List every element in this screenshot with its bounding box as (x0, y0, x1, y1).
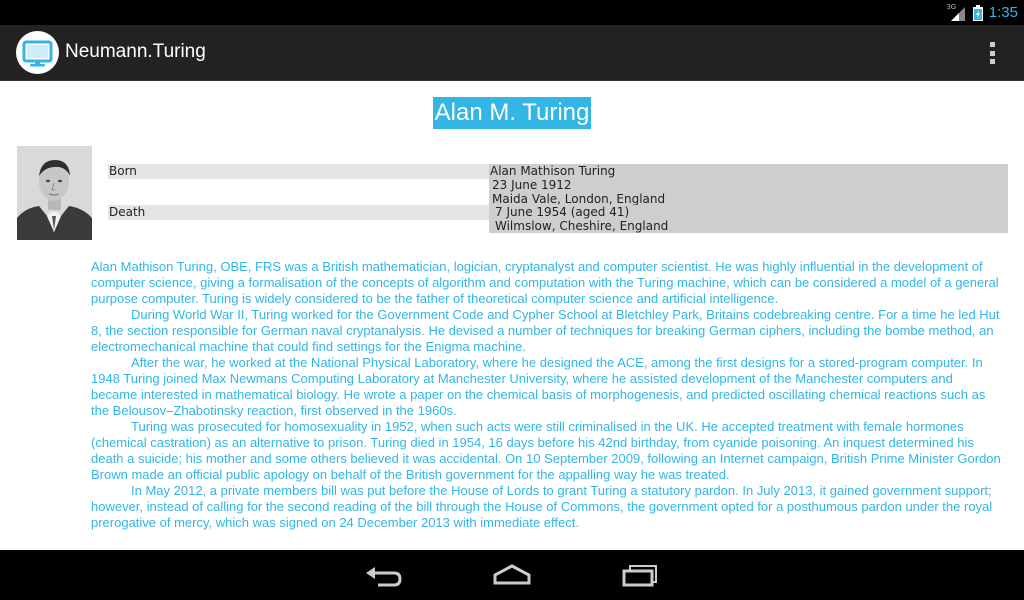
infobox-value-death: 7 June 1954 (aged 41) Wilmslow, Cheshire… (489, 205, 1008, 233)
infobox-label-born: Born (108, 164, 489, 179)
portrait-image (17, 146, 92, 240)
death-date: 7 June 1954 (aged 41) (495, 205, 630, 219)
article-content[interactable]: Alan M. Turing Born Alan Mathison Turing… (0, 81, 1024, 550)
network-type-label: 3G (946, 3, 957, 11)
infobox: Born Alan Mathison Turing 23 June 1912 M… (108, 164, 1008, 233)
infobox-label-death: Death (108, 205, 489, 220)
back-icon[interactable] (364, 561, 404, 589)
page-title: Alan M. Turing (432, 97, 592, 129)
overflow-menu-icon[interactable] (980, 40, 1004, 66)
infobox-value-born: Alan Mathison Turing 23 June 1912 Maida … (489, 164, 1008, 206)
status-icons: 3G 1:35 (947, 2, 1018, 23)
signal-icon: 3G (947, 4, 967, 22)
app-title: Neumann.Turing (65, 41, 206, 62)
status-bar: 3G 1:35 (0, 0, 1024, 25)
infobox-row-born: Born Alan Mathison Turing 23 June 1912 M… (108, 164, 1008, 206)
paragraph: After the war, he worked at the National… (91, 355, 986, 418)
title-wrapper: Alan M. Turing (0, 97, 1024, 129)
monitor-icon[interactable] (16, 31, 59, 74)
paragraph: In May 2012, a private members bill was … (91, 483, 993, 530)
action-bar: Neumann.Turing (0, 25, 1024, 81)
death-place: Wilmslow, Cheshire, England (495, 219, 669, 233)
status-clock: 1:35 (988, 4, 1018, 21)
paragraph: During World War II, Turing worked for t… (91, 307, 1000, 354)
navigation-bar (0, 550, 1024, 600)
born-place: Maida Vale, London, England (492, 192, 666, 206)
recent-apps-icon[interactable] (620, 561, 660, 589)
paragraph: Alan Mathison Turing, OBE, FRS was a Bri… (91, 259, 999, 306)
infobox-row-death: Death 7 June 1954 (aged 41) Wilmslow, Ch… (108, 205, 1008, 233)
born-name: Alan Mathison Turing (490, 164, 616, 178)
born-date: 23 June 1912 (492, 178, 572, 192)
battery-icon (972, 4, 983, 21)
home-icon[interactable] (492, 561, 532, 589)
article-body: Alan Mathison Turing, OBE, FRS was a Bri… (91, 259, 1001, 531)
paragraph: Turing was prosecuted for homosexuality … (91, 419, 1001, 482)
